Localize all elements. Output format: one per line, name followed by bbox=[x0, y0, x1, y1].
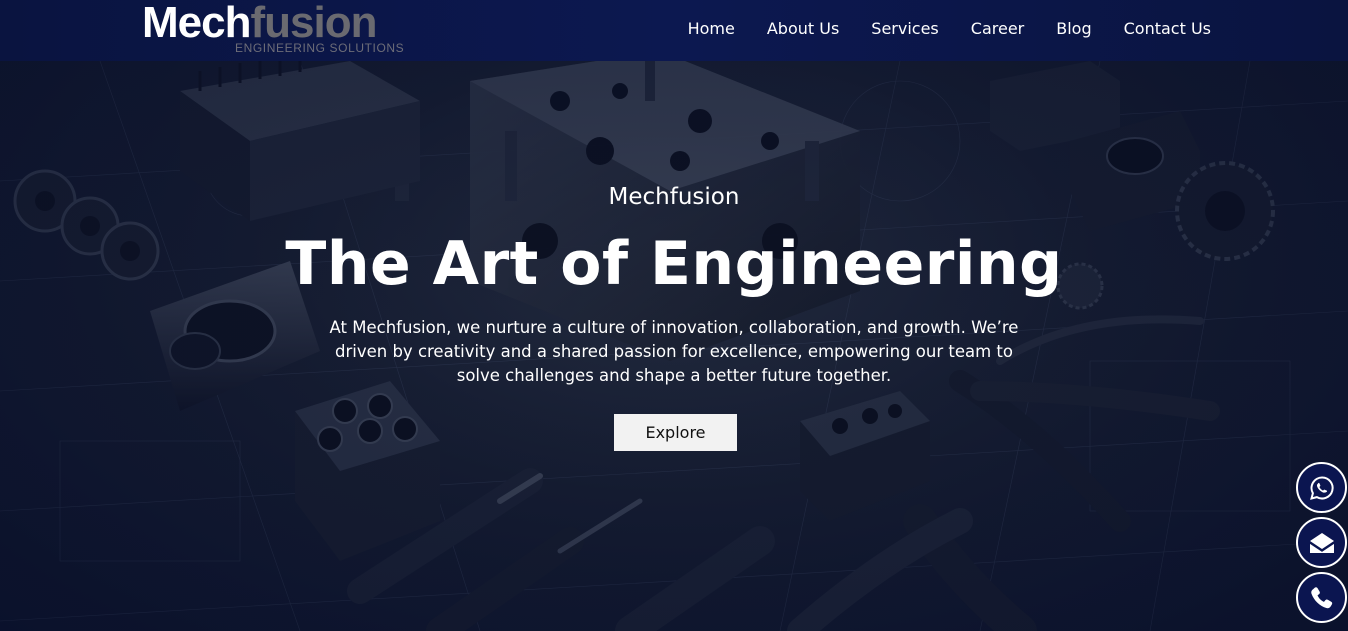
nav-career[interactable]: Career bbox=[971, 19, 1024, 38]
logo-wordmark: Mechfusion bbox=[142, 0, 377, 47]
nav-blog[interactable]: Blog bbox=[1056, 19, 1091, 38]
hero-description: At Mechfusion, we nurture a culture of i… bbox=[329, 318, 1019, 385]
hero-headline: The Art of Engineering bbox=[285, 229, 1063, 299]
logo-word-part2: fusion bbox=[250, 0, 377, 47]
phone-button[interactable] bbox=[1296, 572, 1347, 623]
email-button[interactable] bbox=[1296, 517, 1347, 568]
hero-section: Mechfusion The Art of Engineering At Mec… bbox=[0, 61, 1348, 631]
explore-button[interactable]: Explore bbox=[614, 414, 737, 451]
whatsapp-icon bbox=[1309, 475, 1334, 500]
main-nav: Home About Us Services Career Blog Conta… bbox=[688, 19, 1211, 38]
nav-services[interactable]: Services bbox=[871, 19, 938, 38]
email-icon bbox=[1309, 532, 1334, 553]
whatsapp-button[interactable] bbox=[1296, 462, 1347, 513]
logo-tagline: ENGINEERING SOLUTIONS bbox=[235, 41, 405, 55]
top-navbar: Mechfusion ENGINEERING SOLUTIONS Home Ab… bbox=[0, 0, 1348, 61]
brand-logo[interactable]: Mechfusion ENGINEERING SOLUTIONS bbox=[142, 0, 417, 58]
logo-word-part1: Mech bbox=[142, 0, 251, 47]
nav-about-us[interactable]: About Us bbox=[767, 19, 839, 38]
phone-icon bbox=[1310, 586, 1332, 608]
hero-eyebrow: Mechfusion bbox=[608, 184, 740, 210]
nav-contact-us[interactable]: Contact Us bbox=[1124, 19, 1211, 38]
nav-home[interactable]: Home bbox=[688, 19, 735, 38]
